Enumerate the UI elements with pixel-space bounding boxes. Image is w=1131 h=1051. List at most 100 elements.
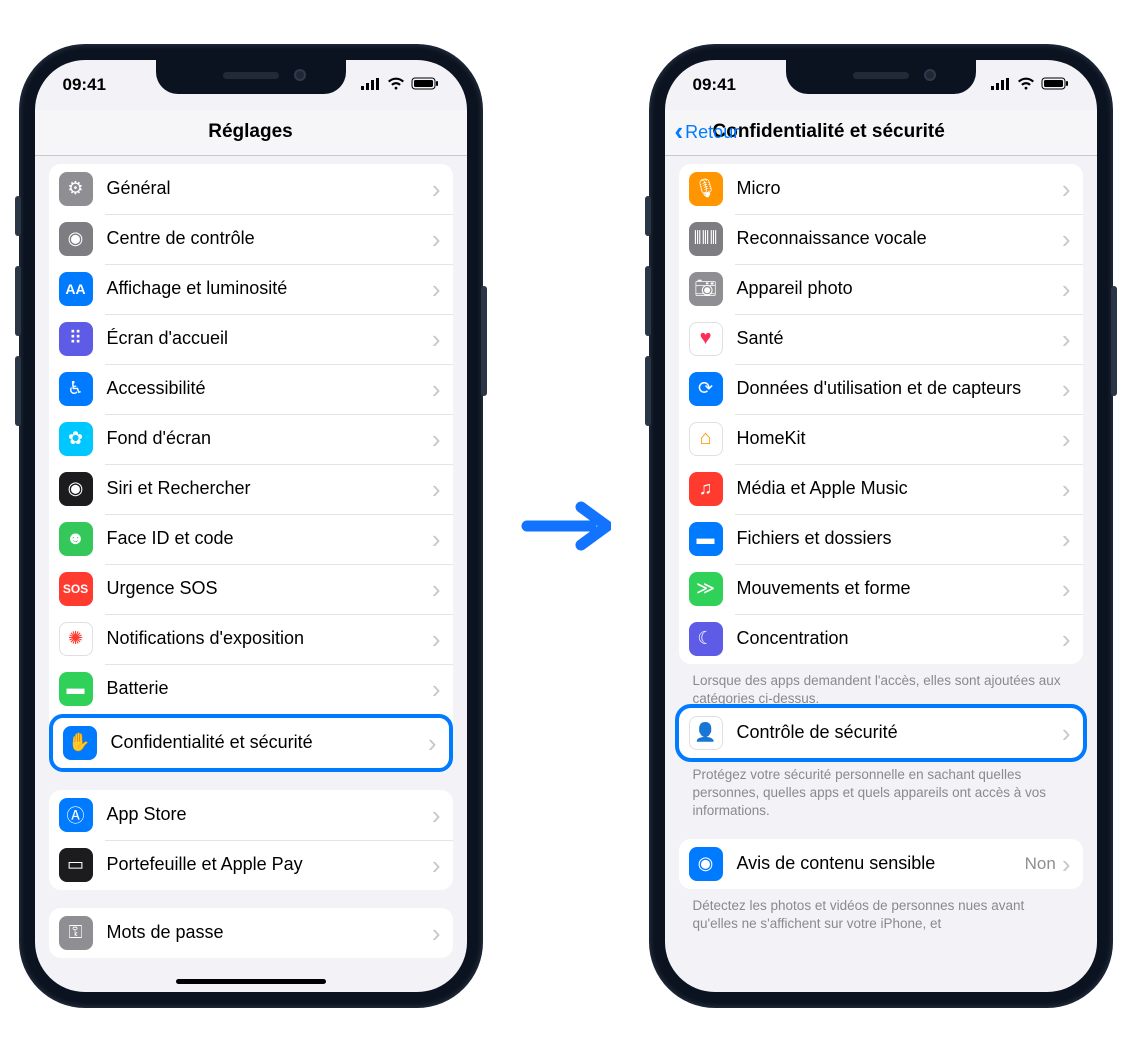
row-value: Non <box>1025 854 1056 874</box>
row-speech[interactable]: ⦀⦀⦀Reconnaissance vocale› <box>679 214 1083 264</box>
chevron-right-icon: › <box>432 326 441 352</box>
row-label: Écran d'accueil <box>107 328 426 350</box>
row-battery[interactable]: ▬Batterie› <box>49 664 453 714</box>
row-files[interactable]: ▬ Fichiers et dossiers › <box>679 514 1083 564</box>
settings-group: ⒶApp Store›▭Portefeuille et Apple Pay› <box>49 790 453 890</box>
cellular-icon <box>991 75 1011 95</box>
camera-icon: 📷︎ <box>689 272 723 306</box>
row-label: Fichiers et dossiers <box>737 528 1056 550</box>
row-wallet[interactable]: ▭Portefeuille et Apple Pay› <box>49 840 453 890</box>
row-wallpaper[interactable]: ✿Fond d'écran› <box>49 414 453 464</box>
chevron-right-icon: › <box>432 920 441 946</box>
row-privacy[interactable]: ✋Confidentialité et sécurité› <box>53 718 449 768</box>
chevron-right-icon: › <box>432 276 441 302</box>
row-label: Reconnaissance vocale <box>737 228 1056 250</box>
settings-list-right[interactable]: 🎙︎Micro› ⦀⦀⦀ Reconnaissance vocale › 📷︎Appar… <box>665 156 1097 992</box>
status-time: 09:41 <box>693 75 736 95</box>
appstore-icon: Ⓐ <box>59 798 93 832</box>
microphone-icon: 🎙︎ <box>689 172 723 206</box>
home-indicator[interactable] <box>176 979 326 984</box>
row-focus[interactable]: ☾Concentration› <box>679 614 1083 664</box>
notch <box>786 60 976 94</box>
row-media[interactable]: ♫Média et Apple Music› <box>679 464 1083 514</box>
eye-warning-icon: ◉ <box>689 847 723 881</box>
row-general[interactable]: ⚙︎Général› <box>49 164 453 214</box>
row-safety-check[interactable]: 👤Contrôle de sécurité› <box>679 708 1083 758</box>
chevron-right-icon: › <box>432 426 441 452</box>
back-button[interactable]: ‹ Retour <box>675 121 740 144</box>
row-appstore[interactable]: ⒶApp Store› <box>49 790 453 840</box>
row-camera[interactable]: 📷︎Appareil photo› <box>679 264 1083 314</box>
row-label: HomeKit <box>737 428 1056 450</box>
group-footer: Détectez les photos et vidéos de personn… <box>679 889 1083 933</box>
row-label: Centre de contrôle <box>107 228 426 250</box>
settings-group: ◉Avis de contenu sensibleNon› <box>679 839 1083 889</box>
row-motion[interactable]: ≫Mouvements et forme› <box>679 564 1083 614</box>
row-display[interactable]: AAAffichage et luminosité› <box>49 264 453 314</box>
hand-icon: ✋ <box>63 726 97 760</box>
row-label: Notifications d'exposition <box>107 628 426 650</box>
iphone-frame-right: 09:41 ‹ Retour Confidentialité et sécuri… <box>651 46 1111 1006</box>
chevron-right-icon: › <box>432 526 441 552</box>
chevron-right-icon: › <box>432 476 441 502</box>
row-label: Face ID et code <box>107 528 426 550</box>
chevron-right-icon: › <box>1062 851 1071 877</box>
home-icon: ⌂ <box>689 422 723 456</box>
row-label: Général <box>107 178 426 200</box>
flower-icon: ✿ <box>59 422 93 456</box>
row-accessibility[interactable]: ♿︎Accessibilité› <box>49 364 453 414</box>
chevron-right-icon: › <box>1062 326 1071 352</box>
waveform-icon: ⦀⦀⦀ <box>689 222 723 256</box>
group-footer: Protégez votre sécurité personnelle en s… <box>679 758 1083 821</box>
folder-icon: ▬ <box>689 522 723 556</box>
music-icon: ♫ <box>689 472 723 506</box>
chevron-right-icon: › <box>1062 476 1071 502</box>
text-size-icon: AA <box>59 272 93 306</box>
notch <box>156 60 346 94</box>
chevron-right-icon: › <box>1062 376 1071 402</box>
settings-group: ⚿Mots de passe› <box>49 908 453 958</box>
row-exposure[interactable]: ✺ Notifications d'exposition › <box>49 614 453 664</box>
row-label: Santé <box>737 328 1056 350</box>
row-control-center[interactable]: ◉Centre de contrôle› <box>49 214 453 264</box>
settings-list-left[interactable]: ⚙︎Général›◉Centre de contrôle›AAAffichag… <box>35 156 467 992</box>
row-label: Portefeuille et Apple Pay <box>107 854 426 876</box>
chevron-right-icon: › <box>1062 526 1071 552</box>
page-title: Réglages <box>208 121 292 143</box>
wallet-icon: ▭ <box>59 848 93 882</box>
row-homekit[interactable]: ⌂HomeKit› <box>679 414 1083 464</box>
chevron-right-icon: › <box>432 226 441 252</box>
battery-icon <box>411 75 439 95</box>
chevron-right-icon: › <box>432 576 441 602</box>
row-label: Siri et Rechercher <box>107 478 426 500</box>
battery-icon: ▬ <box>59 672 93 706</box>
exposure-icon: ✺ <box>59 622 93 656</box>
battery-icon <box>1041 75 1069 95</box>
wifi-icon <box>387 75 405 95</box>
heart-icon: ♥ <box>689 322 723 356</box>
row-label: Mots de passe <box>107 922 426 944</box>
row-faceid[interactable]: ☻Face ID et code› <box>49 514 453 564</box>
row-research[interactable]: ⟳Données d'utilisation et de capteurs› <box>679 364 1083 414</box>
iphone-frame-left: 09:41 Réglages ⚙︎Général›◉Centre de cont… <box>21 46 481 1006</box>
back-label: Retour <box>685 122 739 143</box>
row-passwords[interactable]: ⚿Mots de passe› <box>49 908 453 958</box>
siri-icon: ◉ <box>59 472 93 506</box>
row-health[interactable]: ♥ Santé › <box>679 314 1083 364</box>
status-indicators <box>361 75 439 95</box>
row-siri[interactable]: ◉ Siri et Rechercher › <box>49 464 453 514</box>
navbar-right: ‹ Retour Confidentialité et sécurité <box>665 110 1097 156</box>
row-home[interactable]: ⠿Écran d'accueil› <box>49 314 453 364</box>
row-label: Contrôle de sécurité <box>737 722 1056 744</box>
row-microphone[interactable]: 🎙︎Micro› <box>679 164 1083 214</box>
chevron-right-icon: › <box>432 626 441 652</box>
gear-icon: ⚙︎ <box>59 172 93 206</box>
row-sos[interactable]: SOSUrgence SOS› <box>49 564 453 614</box>
settings-group: 🎙︎Micro› ⦀⦀⦀ Reconnaissance vocale › 📷︎Appar… <box>679 164 1083 664</box>
row-sensitive[interactable]: ◉Avis de contenu sensibleNon› <box>679 839 1083 889</box>
settings-group: ⚙︎Général›◉Centre de contrôle›AAAffichag… <box>49 164 453 772</box>
row-label: Concentration <box>737 628 1056 650</box>
chevron-right-icon: › <box>432 376 441 402</box>
research-icon: ⟳ <box>689 372 723 406</box>
chevron-right-icon: › <box>428 730 437 756</box>
